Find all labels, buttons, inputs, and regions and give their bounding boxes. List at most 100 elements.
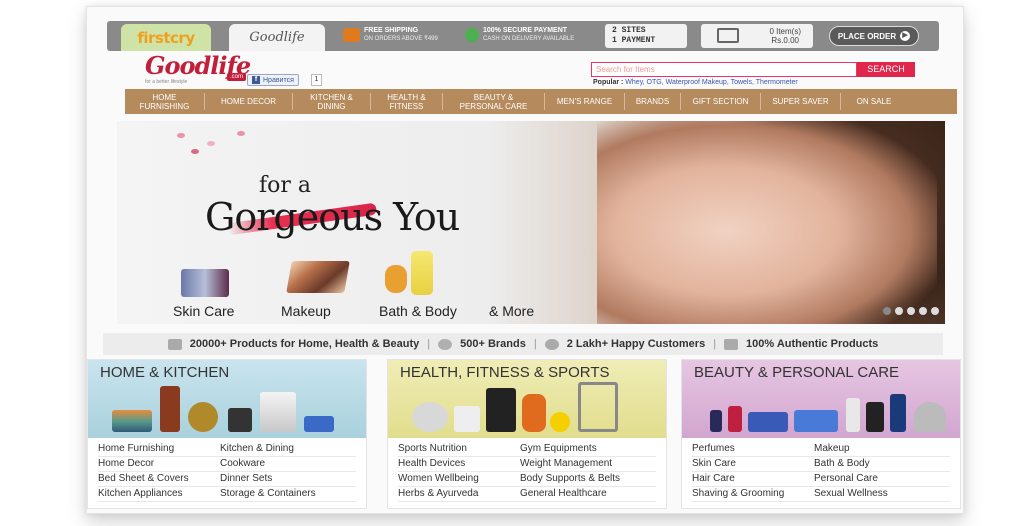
link-cookware[interactable]: Cookware [220, 457, 356, 472]
category-links-health-fitness: Sports Nutrition Gym Equipments Health D… [388, 438, 666, 502]
category-health-fitness-sports: HEALTH, FITNESS & SPORTS Sports Nutritio… [387, 359, 667, 509]
category-header-beauty[interactable]: BEAUTY & PERSONAL CARE [682, 360, 960, 438]
nav-home-decor[interactable]: HOME DECOR [205, 93, 293, 110]
category-links-beauty: Perfumes Makeup Skin Care Bath & Body Ha… [682, 438, 960, 502]
place-order-label: PLACE ORDER [837, 31, 897, 41]
link-weight-management[interactable]: Weight Management [520, 457, 656, 472]
category-title: BEAUTY & PERSONAL CARE [694, 364, 900, 381]
tab-goodlife[interactable]: Goodlife [229, 24, 325, 51]
cart-summary[interactable]: 0 Item(s) Rs.0.00 [701, 24, 813, 48]
deodorant-image [890, 394, 906, 432]
search-input[interactable]: Search for Items [591, 62, 857, 77]
sites-line2: 1 PAYMENT [612, 36, 656, 45]
cart-icon [717, 28, 739, 43]
shelf-image [160, 386, 180, 432]
tab-firstcry[interactable]: firstcry [121, 24, 211, 51]
facebook-like-button[interactable]: f Нравится [247, 74, 299, 86]
towels-image [112, 410, 152, 432]
carousel-dot[interactable] [883, 307, 891, 315]
nail-polish-image [710, 410, 722, 432]
link-hair-care[interactable]: Hair Care [692, 472, 814, 487]
firstcry-logo: firstcry [137, 28, 195, 47]
star-icon [438, 338, 453, 350]
model-face-image [597, 121, 937, 324]
place-order-button[interactable]: PLACE ORDER ▶ [829, 26, 919, 46]
link-shaving-grooming[interactable]: Shaving & Grooming [692, 487, 814, 502]
banner-bath-body[interactable]: Bath & Body [379, 303, 457, 319]
link-bath-body[interactable]: Bath & Body [814, 457, 950, 472]
petals-decoration [167, 127, 267, 157]
usp-products: 20000+ Products for Home, Health & Beaut… [189, 338, 420, 350]
usp-strip: 20000+ Products for Home, Health & Beaut… [103, 333, 943, 355]
link-makeup[interactable]: Makeup [814, 442, 950, 457]
usp-brands: 500+ Brands [460, 338, 526, 350]
lipstick-image [728, 406, 742, 432]
usp-customers: 2 Lakh+ Happy Customers [566, 338, 706, 350]
cooker-image [228, 408, 252, 432]
popular-links[interactable]: Whey, OTG, Waterproof Makeup, Towels, Th… [625, 79, 797, 86]
skin-care-product-image [181, 269, 229, 297]
carousel-dot[interactable] [907, 307, 915, 315]
nav-on-sale[interactable]: ON SALE [841, 93, 907, 110]
banner-more[interactable]: & More [489, 303, 534, 319]
usp-authentic: 100% Authentic Products [746, 338, 879, 350]
link-general-healthcare[interactable]: General Healthcare [520, 487, 656, 502]
carousel-dot[interactable] [895, 307, 903, 315]
shipping-sub: ON ORDERS ABOVE ₹499 [364, 36, 438, 42]
link-bed-sheet-covers[interactable]: Bed Sheet & Covers [98, 472, 220, 487]
category-header-health-fitness[interactable]: HEALTH, FITNESS & SPORTS [388, 360, 666, 438]
link-sports-nutrition[interactable]: Sports Nutrition [398, 442, 520, 457]
backpack-image [522, 394, 546, 432]
nav-kitchen-dining[interactable]: KITCHEN & DINING [293, 93, 371, 111]
link-herbs-ayurveda[interactable]: Herbs & Ayurveda [398, 487, 520, 502]
basket-icon [167, 338, 182, 350]
banner-skin-care[interactable]: Skin Care [173, 303, 234, 319]
link-kitchen-appliances[interactable]: Kitchen Appliances [98, 487, 220, 502]
hero-banner[interactable]: for a Gorgeous You Skin Care Makeup Bath… [117, 121, 945, 324]
link-storage-containers[interactable]: Storage & Containers [220, 487, 356, 502]
nav-home-furnishing[interactable]: HOME FURNISHING [125, 93, 205, 111]
fb-like-count: 1 [311, 74, 322, 86]
category-header-home-kitchen[interactable]: HOME & KITCHEN [88, 360, 366, 438]
link-dinner-sets[interactable]: Dinner Sets [220, 472, 356, 487]
nav-beauty-personal-care[interactable]: BEAUTY & PERSONAL CARE [443, 93, 545, 111]
payment-sub: CASH ON DELIVERY AVAILABLE [483, 36, 575, 42]
nav-health-fitness[interactable]: HEALTH & FITNESS [371, 93, 443, 111]
link-women-wellbeing[interactable]: Women Wellbeing [398, 472, 520, 487]
link-personal-care[interactable]: Personal Care [814, 472, 950, 487]
link-home-decor[interactable]: Home Decor [98, 457, 220, 472]
nav-brands[interactable]: BRANDS [625, 93, 681, 110]
smiley-icon [544, 338, 559, 350]
category-home-kitchen: HOME & KITCHEN Home Furnishing Kitchen &… [87, 359, 367, 509]
link-skin-care[interactable]: Skin Care [692, 457, 814, 472]
thumbs-up-icon [724, 338, 739, 350]
link-body-supports-belts[interactable]: Body Supports & Belts [520, 472, 656, 487]
link-perfumes[interactable]: Perfumes [692, 442, 814, 457]
shipping-title: FREE SHIPPING [364, 27, 419, 34]
top-bar: firstcry Goodlife FREE SHIPPING ON ORDER… [107, 21, 939, 51]
category-title: HEALTH, FITNESS & SPORTS [400, 364, 610, 381]
lock-icon [465, 27, 479, 42]
carousel-dot[interactable] [931, 307, 939, 315]
protein-tub-image [486, 388, 516, 432]
hair-dryer-image [914, 402, 946, 432]
ball-image [550, 412, 570, 432]
page-sheet: firstcry Goodlife FREE SHIPPING ON ORDER… [86, 6, 964, 514]
nav-super-saver[interactable]: SUPER SAVER [761, 93, 841, 110]
link-kitchen-dining[interactable]: Kitchen & Dining [220, 442, 356, 457]
banner-makeup[interactable]: Makeup [281, 303, 331, 319]
nav-mens-range[interactable]: MEN'S RANGE [545, 93, 625, 110]
carousel-dot[interactable] [919, 307, 927, 315]
link-health-devices[interactable]: Health Devices [398, 457, 520, 472]
link-gym-equipments[interactable]: Gym Equipments [520, 442, 656, 457]
goodlife-tab-logo: Goodlife [249, 30, 305, 45]
link-home-furnishing[interactable]: Home Furnishing [98, 442, 220, 457]
cart-items: 0 Item(s) [769, 27, 801, 36]
cream-box-image [748, 412, 788, 432]
category-beauty-personal-care: BEAUTY & PERSONAL CARE Perfumes Makeup S… [681, 359, 961, 509]
nav-gift-section[interactable]: GIFT SECTION [681, 93, 761, 110]
bottle-image [846, 398, 860, 432]
whisper-pack-image [794, 410, 838, 432]
search-button[interactable]: SEARCH [857, 62, 915, 77]
link-sexual-wellness[interactable]: Sexual Wellness [814, 487, 950, 502]
